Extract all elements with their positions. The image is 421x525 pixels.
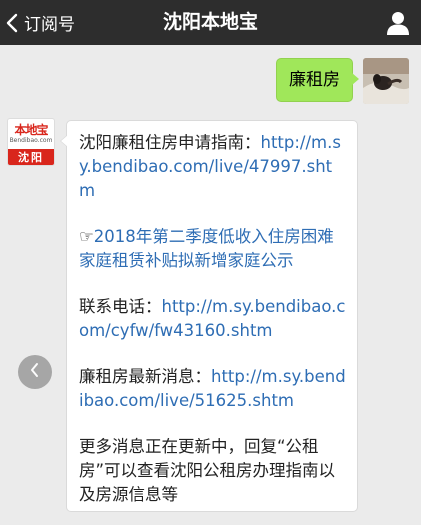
chevron-left-icon [6,13,18,33]
pointing-hand-icon: ☞ [79,227,94,246]
user-avatar[interactable] [363,58,409,104]
contact-label: 联系电话： [79,297,162,316]
bot-avatar[interactable]: 本地宝 Bendibao.com 沈阳 [7,118,55,166]
guide-paragraph: 沈阳廉租住房申请指南：http://m.sy.bendibao.com/live… [79,131,347,203]
announcement-paragraph: ☞2018年第二季度低收入住房困难家庭租赁补贴拟新增家庭公示 [79,225,347,273]
back-label: 订阅号 [24,15,75,35]
user-message: 廉租房 [276,58,409,104]
back-button[interactable]: 订阅号 [0,0,75,45]
news-paragraph: 廉租房最新消息：http://m.sy.bendibao.com/live/51… [79,365,347,413]
logo-city: 沈阳 [8,149,54,165]
bot-reply-bubble: 沈阳廉租住房申请指南：http://m.sy.bendibao.com/live… [60,120,358,512]
more-info-text: 更多消息正在更新中，回复“公租房”可以查看沈阳公租房办理指南以及房源信息等 [79,437,336,504]
user-message-bubble[interactable]: 廉租房 [276,58,359,102]
person-icon [385,12,411,40]
news-label: 廉租房最新消息： [79,367,211,386]
announcement-link[interactable]: 2018年第二季度低收入住房困难家庭租赁补贴拟新增家庭公示 [79,227,334,270]
top-nav-bar: 订阅号 沈阳本地宝 [0,0,421,45]
guide-label: 沈阳廉租住房申请指南： [79,133,261,152]
logo-brand: 本地宝 [14,122,48,137]
slide-back-button[interactable] [18,355,52,389]
logo-site: Bendibao.com [9,136,53,144]
profile-button[interactable] [385,10,411,36]
chevron-left-icon [29,362,41,382]
contact-paragraph: 联系电话：http://m.sy.bendibao.com/cyfw/fw431… [79,295,347,343]
logo-top: 本地宝 Bendibao.com [8,119,54,149]
